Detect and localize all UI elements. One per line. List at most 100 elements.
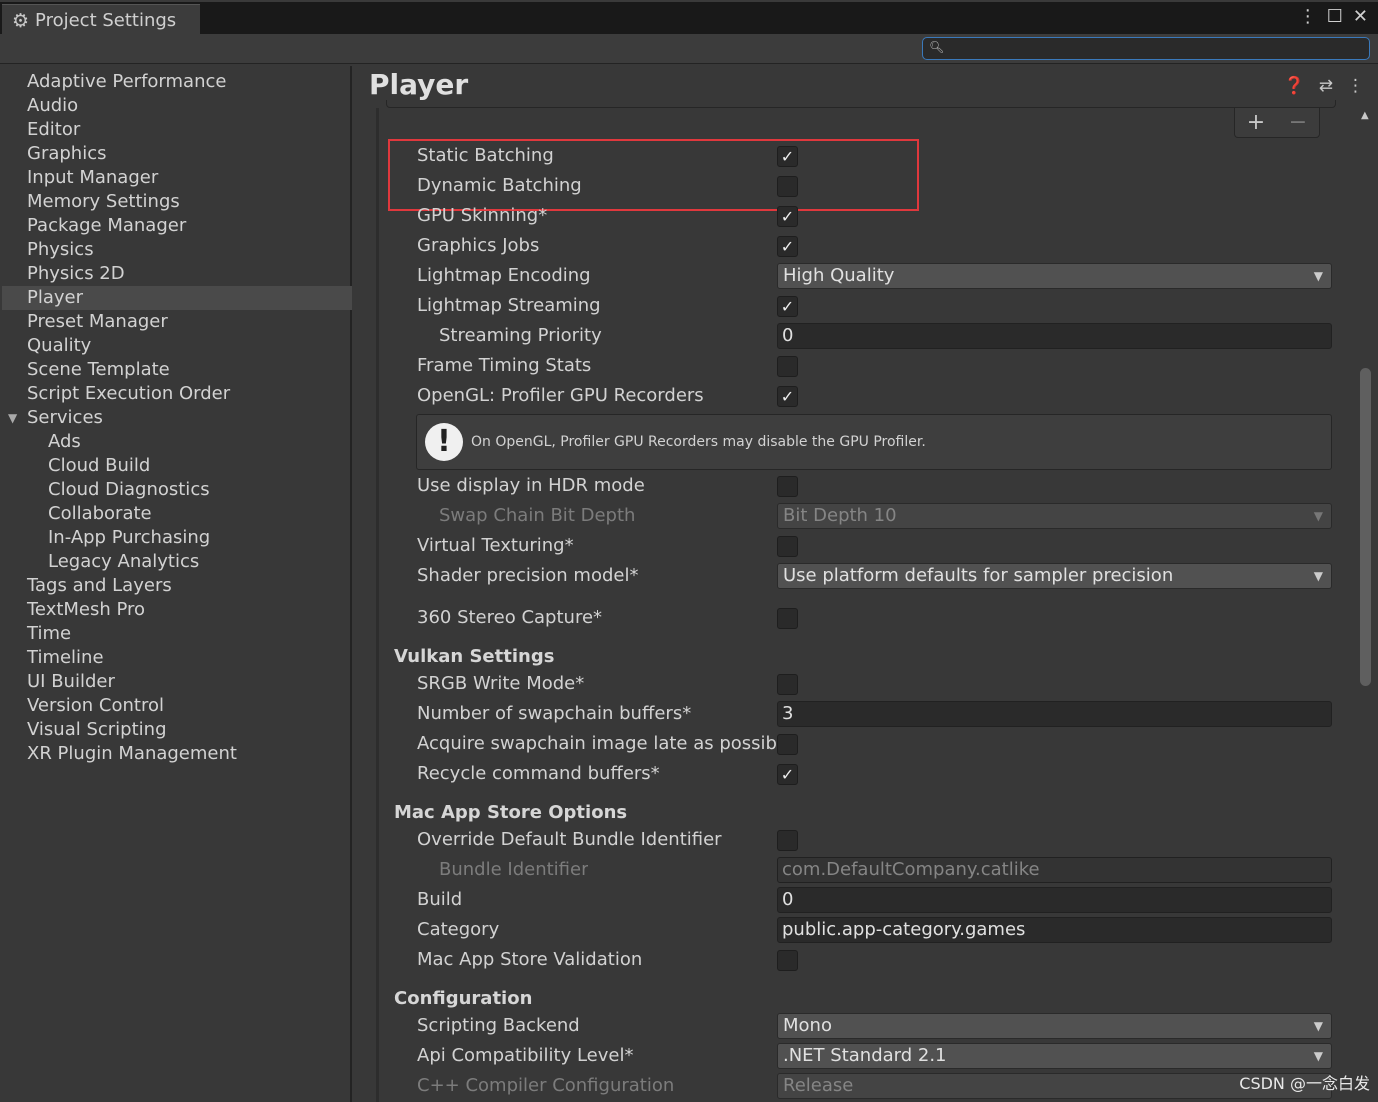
project-settings-tab[interactable]: ⚙ Project Settings [2, 4, 200, 36]
sidebar-item-visual-scripting[interactable]: Visual Scripting [2, 718, 352, 742]
shader-precision-dropdown[interactable]: Use platform defaults for sampler precis… [777, 563, 1332, 589]
sidebar-item-textmesh-pro[interactable]: TextMesh Pro [2, 598, 352, 622]
page-title: Player [369, 68, 469, 101]
gpu-skinning-label: GPU Skinning* [417, 205, 548, 226]
sidebar-item-tags-and-layers[interactable]: Tags and Layers [2, 574, 352, 598]
search-input[interactable]: 🔍︎ [922, 37, 1370, 60]
preset-icon[interactable]: ⇄ [1319, 76, 1333, 96]
chevron-down-icon: ▼ [1313, 509, 1323, 523]
sidebar-item-physics[interactable]: Physics [2, 238, 352, 262]
recycle-buffers-checkbox[interactable]: ✓ [777, 764, 798, 785]
add-icon[interactable]: + [1247, 110, 1265, 135]
maximize-icon[interactable]: ☐ [1327, 6, 1343, 27]
scripting-backend-dropdown[interactable]: Mono ▼ [777, 1013, 1332, 1039]
warning-icon: ! [425, 423, 463, 461]
sidebar-item-preset-manager[interactable]: Preset Manager [2, 310, 352, 334]
scripting-backend-label: Scripting Backend [417, 1015, 580, 1036]
sidebar-item-audio[interactable]: Audio [2, 94, 352, 118]
hdr-display-checkbox[interactable] [777, 476, 798, 497]
sidebar-item-package-manager[interactable]: Package Manager [2, 214, 352, 238]
graphics-jobs-label: Graphics Jobs [417, 235, 540, 256]
toolbar: 🔍︎ [0, 34, 1378, 64]
sidebar-item-cloud-diagnostics[interactable]: Cloud Diagnostics [2, 478, 352, 502]
bundle-id-field: com.DefaultCompany.catlike [777, 857, 1332, 883]
graphics-jobs-checkbox[interactable]: ✓ [777, 236, 798, 257]
streaming-priority-field[interactable]: 0 [777, 323, 1332, 349]
sidebar-item-adaptive-performance[interactable]: Adaptive Performance [2, 70, 352, 94]
virtual-texturing-label: Virtual Texturing* [417, 535, 574, 556]
sidebar-item-scene-template[interactable]: Scene Template [2, 358, 352, 382]
mac-app-store-header: Mac App Store Options [394, 802, 628, 823]
configuration-header: Configuration [394, 988, 533, 1009]
virtual-texturing-checkbox[interactable] [777, 536, 798, 557]
opengl-profiler-label: OpenGL: Profiler GPU Recorders [417, 385, 704, 406]
sidebar-item-memory-settings[interactable]: Memory Settings [2, 190, 352, 214]
recycle-buffers-label: Recycle command buffers* [417, 763, 660, 784]
sidebar-item-graphics[interactable]: Graphics [2, 142, 352, 166]
tab-title: Project Settings [35, 10, 177, 31]
sidebar-item-xr-plugin-management[interactable]: XR Plugin Management [2, 742, 352, 766]
sidebar-item-editor[interactable]: Editor [2, 118, 352, 142]
sidebar-item-timeline[interactable]: Timeline [2, 646, 352, 670]
lightmap-streaming-checkbox[interactable]: ✓ [777, 296, 798, 317]
bundle-id-label: Bundle Identifier [439, 859, 589, 880]
title-bar: ⚙ Project Settings ⋮ ☐ ✕ [0, 0, 1378, 36]
swapchain-buffers-field[interactable]: 3 [777, 701, 1332, 727]
srgb-write-label: SRGB Write Mode* [417, 673, 585, 694]
frame-timing-checkbox[interactable] [777, 356, 798, 377]
sidebar-item-version-control[interactable]: Version Control [2, 694, 352, 718]
swapchain-buffers-label: Number of swapchain buffers* [417, 703, 692, 724]
sidebar-item-legacy-analytics[interactable]: Legacy Analytics [2, 550, 352, 574]
scroll-up-icon[interactable]: ▲ [1361, 110, 1369, 121]
sidebar-item-script-execution-order[interactable]: Script Execution Order [2, 382, 352, 406]
category-label: Category [417, 919, 500, 940]
watermark: CSDN @一念白发 [1239, 1074, 1370, 1093]
stereo-capture-label: 360 Stereo Capture* [417, 607, 603, 628]
window-controls: ⋮ ☐ ✕ [1299, 6, 1368, 27]
stereo-capture-checkbox[interactable] [777, 608, 798, 629]
sidebar-item-input-manager[interactable]: Input Manager [2, 166, 352, 190]
sidebar-item-time[interactable]: Time [2, 622, 352, 646]
api-level-dropdown[interactable]: .NET Standard 2.1 ▼ [777, 1043, 1332, 1069]
vertical-scrollbar[interactable]: ▲ [1357, 106, 1374, 1102]
sidebar-item-physics-2d[interactable]: Physics 2D [2, 262, 352, 286]
expand-arrow-icon[interactable]: ▼ [8, 406, 17, 430]
warning-helpbox: ! On OpenGL, Profiler GPU Recorders may … [416, 414, 1332, 470]
sidebar-item-services[interactable]: ▼ Services [2, 406, 352, 430]
remove-icon[interactable]: − [1289, 110, 1307, 135]
sidebar-item-collaborate[interactable]: Collaborate [2, 502, 352, 526]
search-icon: 🔍︎ [929, 40, 945, 54]
warning-message: On OpenGL, Profiler GPU Recorders may di… [471, 434, 926, 450]
sidebar-item-ads[interactable]: Ads [2, 430, 352, 454]
sidebar-item-quality[interactable]: Quality [2, 334, 352, 358]
acquire-late-checkbox[interactable] [777, 734, 798, 755]
help-icon[interactable]: ❓ [1284, 76, 1305, 96]
category-field[interactable]: public.app-category.games [777, 917, 1332, 943]
gpu-skinning-checkbox[interactable]: ✓ [777, 206, 798, 227]
srgb-write-checkbox[interactable] [777, 674, 798, 695]
sidebar-item-player[interactable]: Player [2, 286, 352, 310]
sidebar-item-ui-builder[interactable]: UI Builder [2, 670, 352, 694]
close-icon[interactable]: ✕ [1353, 6, 1368, 27]
scrollbar-thumb[interactable] [1360, 368, 1371, 686]
swap-chain-label: Swap Chain Bit Depth [439, 505, 636, 526]
frame-timing-label: Frame Timing Stats [417, 355, 592, 376]
opengl-profiler-checkbox[interactable]: ✓ [777, 386, 798, 407]
more-icon[interactable]: ⋮ [1347, 76, 1364, 96]
shader-precision-label: Shader precision model* [417, 565, 639, 586]
sidebar-item-cloud-build[interactable]: Cloud Build [2, 454, 352, 478]
build-field[interactable]: 0 [777, 887, 1332, 913]
list-add-remove: + − [1234, 108, 1320, 138]
acquire-late-label: Acquire swapchain image late as possible [417, 733, 777, 754]
chevron-down-icon: ▼ [1313, 269, 1323, 283]
header-icons: ❓ ⇄ ⋮ [1284, 76, 1364, 96]
lightmap-encoding-label: Lightmap Encoding [417, 265, 591, 286]
list-frame [386, 100, 1336, 108]
lightmap-encoding-dropdown[interactable]: High Quality ▼ [777, 263, 1332, 289]
mac-validation-checkbox[interactable] [777, 950, 798, 971]
more-options-icon[interactable]: ⋮ [1299, 6, 1317, 27]
override-bundle-checkbox[interactable] [777, 830, 798, 851]
override-bundle-label: Override Default Bundle Identifier [417, 829, 722, 850]
sidebar-item-in-app-purchasing[interactable]: In-App Purchasing [2, 526, 352, 550]
inspector-gutter [376, 108, 379, 1102]
